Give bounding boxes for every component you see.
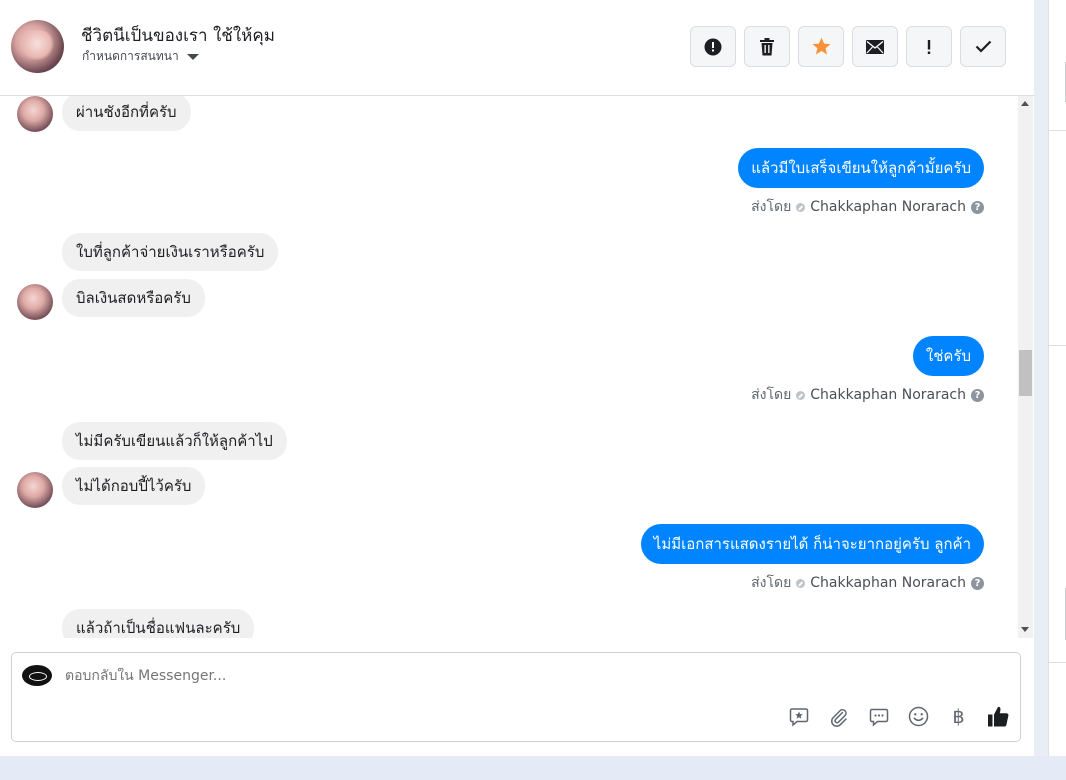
action-toolbar	[690, 26, 1006, 67]
mark-unread-button[interactable]	[852, 26, 898, 67]
caret-down-icon	[186, 53, 199, 60]
reply-input[interactable]	[65, 668, 765, 684]
sent-by-label: ส่งโดย	[751, 575, 792, 591]
help-icon[interactable]: ?	[971, 200, 984, 214]
saved-reply-button[interactable]	[787, 705, 810, 728]
follow-up-button[interactable]	[906, 26, 952, 67]
envelope-icon	[866, 39, 884, 54]
star-icon	[812, 37, 830, 55]
page-background	[0, 756, 1066, 780]
page-avatar	[22, 665, 52, 686]
contact-avatar-small[interactable]	[17, 96, 53, 132]
conversation-settings-dropdown[interactable]: กำหนดการสนทนา	[82, 47, 199, 66]
sender-check-icon	[796, 202, 806, 212]
exclamation-icon	[927, 39, 931, 54]
divider	[1049, 662, 1066, 663]
alert-circle-icon	[704, 38, 722, 55]
smiley-icon	[908, 706, 929, 727]
sender-name[interactable]: Chakkaphan Norarach	[810, 575, 966, 591]
divider	[1049, 345, 1066, 346]
outgoing-message: แล้วมีใบเสร็จเขียนให้ลูกค้ามั้ยครับ	[738, 148, 984, 188]
divider	[1049, 130, 1066, 131]
incoming-message: บิลเงินสดหรือครับ	[62, 279, 205, 317]
sent-by-info: ส่งโดย Chakkaphan Norarach ?	[751, 196, 984, 218]
mark-spam-button[interactable]	[690, 26, 736, 67]
incoming-message: ใบที่ลูกค้าจ่ายเงินเราหรือครับ	[62, 233, 279, 271]
sender-check-icon	[796, 578, 806, 588]
incoming-message: ไม่มีครับเขียนแล้วก็ให้ลูกค้าไป	[62, 422, 287, 460]
mark-done-button[interactable]	[960, 26, 1006, 67]
outgoing-message: ใช่ครับ	[912, 336, 984, 376]
help-icon[interactable]: ?	[971, 388, 984, 402]
thumbs-up-icon	[988, 706, 1009, 727]
payment-button[interactable]: ฿	[947, 705, 970, 728]
scrollbar-thumb[interactable]	[1019, 350, 1032, 396]
emoji-button[interactable]	[907, 705, 930, 728]
conversation-settings-label: กำหนดการสนทนา	[82, 49, 179, 63]
quick-reply-button[interactable]	[867, 705, 890, 728]
right-sidebar-edge	[1048, 0, 1066, 756]
conversation-header: ชีวิตนีเป็นของเรา ใช้ให้คุม กำหนดการสนทน…	[0, 0, 1034, 96]
delete-button[interactable]	[744, 26, 790, 67]
reply-composer: ฿	[11, 652, 1021, 742]
scroll-up-arrow-icon[interactable]	[1021, 101, 1029, 106]
check-icon	[975, 40, 991, 53]
contact-avatar-small[interactable]	[17, 284, 53, 320]
sent-by-label: ส่งโดย	[751, 387, 792, 403]
incoming-message: ไม่ได้กอบปี้ไว้ครับ	[62, 467, 206, 505]
trash-icon	[760, 37, 774, 55]
sender-check-icon	[796, 390, 806, 400]
outgoing-message: ไม่มีเอกสารแสดงรายได้ ก็น่าจะยากอยู่ครับ…	[640, 524, 984, 564]
incoming-message: ผ่านชังอีกที่ครับ	[62, 96, 191, 131]
chat-bubble-icon	[869, 708, 888, 727]
sent-by-info: ส่งโดย Chakkaphan Norarach ?	[751, 384, 984, 406]
contact-avatar-small[interactable]	[17, 472, 53, 508]
incoming-message: แล้วถ้าเป็นชื่อแฟนละครับ	[62, 609, 255, 638]
scroll-down-arrow-icon[interactable]	[1021, 627, 1029, 632]
like-button[interactable]	[987, 705, 1010, 728]
contact-avatar[interactable]	[11, 20, 64, 73]
attach-button[interactable]	[827, 705, 850, 728]
contact-name[interactable]: ชีวิตนีเป็นของเรา ใช้ให้คุม	[81, 22, 275, 49]
paperclip-icon	[830, 708, 847, 727]
sender-name[interactable]: Chakkaphan Norarach	[810, 199, 966, 215]
baht-icon: ฿	[952, 705, 965, 728]
sent-by-label: ส่งโดย	[751, 199, 792, 215]
star-button[interactable]	[798, 26, 844, 67]
sender-name[interactable]: Chakkaphan Norarach	[810, 387, 966, 403]
conversation-panel: ชีวิตนีเป็นของเรา ใช้ให้คุม กำหนดการสนทน…	[0, 0, 1034, 756]
composer-toolbar: ฿	[787, 705, 1010, 728]
message-thread: ผ่านชังอีกที่ครับ แล้วมีใบเสร็จเขียนให้ล…	[0, 96, 1018, 638]
help-icon[interactable]: ?	[971, 576, 984, 590]
saved-reply-icon	[789, 707, 808, 727]
sent-by-info: ส่งโดย Chakkaphan Norarach ?	[751, 572, 984, 594]
